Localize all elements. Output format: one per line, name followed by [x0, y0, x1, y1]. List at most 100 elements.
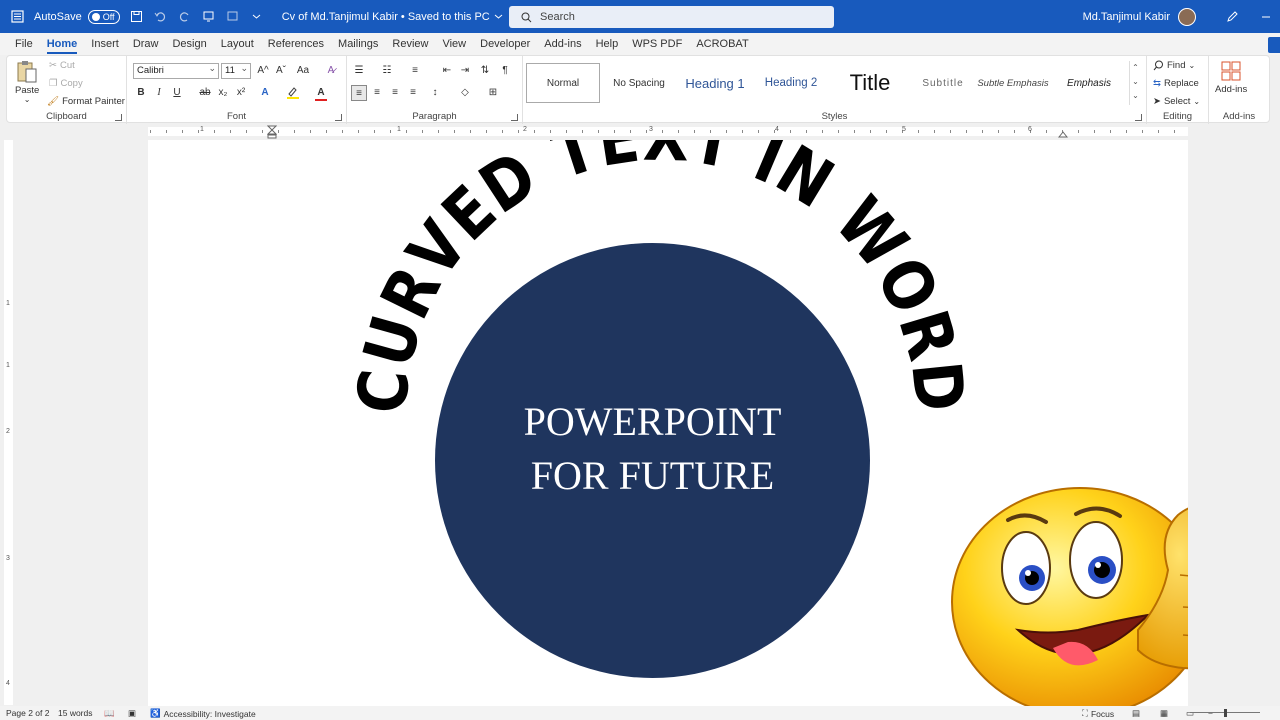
tab-view[interactable]: View [435, 33, 473, 55]
tab-design[interactable]: Design [165, 33, 213, 55]
tab-mailings[interactable]: Mailings [331, 33, 385, 55]
style-heading-2[interactable]: Heading 2 [754, 63, 828, 103]
bullets-icon[interactable]: ☰ [351, 63, 367, 79]
strikethrough-button[interactable]: ab [197, 85, 213, 101]
app-menu-icon[interactable] [10, 10, 24, 24]
tab-insert[interactable]: Insert [84, 33, 126, 55]
italic-button[interactable]: I [151, 85, 167, 101]
tab-draw[interactable]: Draw [126, 33, 166, 55]
dialog-launcher-icon[interactable] [1135, 114, 1142, 121]
subscript-button[interactable]: x₂ [215, 85, 231, 101]
style-subtle-emphasis[interactable]: Subtle Emphasis [976, 63, 1050, 103]
align-right-icon[interactable]: ≡ [387, 85, 403, 101]
redo-icon[interactable] [178, 10, 192, 24]
tab-references[interactable]: References [261, 33, 331, 55]
ruler-tick [806, 130, 807, 133]
vertical-ruler[interactable] [4, 140, 13, 705]
focus-button[interactable]: ⛶ Focus [1082, 708, 1114, 719]
style-no-spacing[interactable]: No Spacing [602, 63, 676, 103]
thumbs-up-emoji-icon[interactable] [948, 480, 1188, 706]
font-size-combo[interactable]: 11 [221, 61, 251, 79]
web-layout-icon[interactable]: ▭ [1186, 708, 1194, 719]
tab-file[interactable]: File [8, 33, 40, 55]
shrink-font-button[interactable]: Aˇ [273, 63, 289, 79]
minimize-icon[interactable] [1252, 0, 1280, 33]
replace-button[interactable]: ⇆ Replace [1153, 78, 1199, 89]
addins-button[interactable]: Add-ins [1215, 60, 1247, 95]
cut-button[interactable]: ✂ Cut [49, 60, 75, 71]
word-count[interactable]: 15 words [58, 708, 93, 718]
superscript-button[interactable]: x² [233, 85, 249, 101]
avatar[interactable] [1178, 7, 1196, 26]
ruler-tick [278, 130, 279, 133]
macro-icon[interactable]: ▣ [128, 708, 136, 719]
styles-scrollbar[interactable]: ⌃ ⌄ ⌄ [1129, 61, 1141, 105]
tab-developer[interactable]: Developer [473, 33, 537, 55]
text-effects-icon[interactable]: A [257, 85, 273, 101]
change-case-button[interactable]: Aa [293, 63, 313, 79]
indent-marker-icon[interactable] [267, 125, 277, 139]
read-mode-icon[interactable]: ▤ [1132, 708, 1140, 719]
document-title[interactable]: Cv of Md.Tanjimul Kabir • Saved to this … [282, 11, 503, 23]
tab-home[interactable]: Home [40, 33, 85, 55]
customize-chevron-icon[interactable] [250, 10, 264, 24]
increase-indent-icon[interactable]: ⇥ [457, 63, 473, 79]
print-layout-icon[interactable]: ▦ [1160, 708, 1168, 719]
font-name-combo[interactable]: Calibri [133, 61, 219, 79]
font-color-icon[interactable]: A [313, 85, 329, 101]
style-normal[interactable]: Normal [526, 63, 600, 103]
dialog-launcher-icon[interactable] [335, 114, 342, 121]
pen-icon[interactable] [1218, 0, 1246, 33]
grow-font-button[interactable]: A^ [255, 63, 271, 79]
sort-icon[interactable]: ⇅ [477, 63, 493, 79]
line-spacing-icon[interactable]: ↕ [427, 85, 443, 101]
accessibility-status[interactable]: ♿ Accessibility: Investigate [150, 708, 256, 719]
multilevel-list-icon[interactable]: ≡ [407, 63, 423, 79]
ruler-tick [582, 130, 583, 133]
dialog-launcher-icon[interactable] [115, 114, 122, 121]
right-indent-marker-icon[interactable] [1058, 130, 1068, 138]
document-page[interactable]: CURVED TEXT IN WORD POWERPOINT FOR FUTUR… [148, 140, 1188, 706]
find-button[interactable]: Find ⌄ [1153, 60, 1195, 71]
page-count[interactable]: Page 2 of 2 [6, 708, 49, 718]
highlight-icon[interactable] [285, 85, 301, 101]
style-subtitle[interactable]: Subtitle [912, 63, 974, 103]
zoom-slider-thumb[interactable] [1224, 709, 1227, 717]
justify-icon[interactable]: ≡ [405, 85, 421, 101]
bold-button[interactable]: B [133, 85, 149, 101]
zoom-out-icon[interactable]: − [1208, 708, 1213, 718]
autosave-toggle[interactable]: Off [87, 9, 120, 24]
borders-icon[interactable]: ⊞ [485, 85, 501, 101]
tab-review[interactable]: Review [385, 33, 435, 55]
copy-button[interactable]: ❐ Copy [49, 78, 83, 89]
align-center-icon[interactable]: ≡ [369, 85, 385, 101]
share-button[interactable] [1268, 37, 1280, 53]
show-marks-icon[interactable]: ¶ [497, 63, 513, 79]
tab-add-ins[interactable]: Add-ins [537, 33, 588, 55]
blue-circle-shape[interactable]: POWERPOINT FOR FUTURE [435, 243, 870, 678]
user-name[interactable]: Md.Tanjimul Kabir [1083, 11, 1170, 23]
quick-access-icon[interactable] [226, 10, 240, 24]
search-input[interactable]: Search [509, 6, 834, 28]
undo-icon[interactable] [154, 10, 168, 24]
style-title[interactable]: Title [830, 63, 910, 103]
proofing-icon[interactable]: 📖 [104, 708, 115, 719]
format-painter-button[interactable]: 🖌 Format Painter [47, 96, 125, 107]
underline-button[interactable]: U [169, 85, 185, 101]
tab-acrobat[interactable]: ACROBAT [689, 33, 755, 55]
style-emphasis[interactable]: Emphasis [1052, 63, 1126, 103]
save-icon[interactable] [130, 10, 144, 24]
clear-formatting-icon[interactable]: A̷ [323, 63, 339, 79]
dialog-launcher-icon[interactable] [511, 114, 518, 121]
tab-help[interactable]: Help [589, 33, 626, 55]
tab-wps-pdf[interactable]: WPS PDF [625, 33, 689, 55]
select-button[interactable]: ➤ Select ⌄ [1153, 96, 1200, 107]
decrease-indent-icon[interactable]: ⇤ [439, 63, 455, 79]
align-left-icon[interactable]: ≡ [351, 85, 367, 101]
numbering-icon[interactable]: ☷ [379, 63, 395, 79]
style-heading-1[interactable]: Heading 1 [678, 63, 752, 103]
shading-icon[interactable]: ◇ [457, 85, 473, 101]
tab-layout[interactable]: Layout [214, 33, 261, 55]
paste-button[interactable]: Paste ⌄ [15, 60, 39, 104]
touch-mode-icon[interactable] [202, 10, 216, 24]
